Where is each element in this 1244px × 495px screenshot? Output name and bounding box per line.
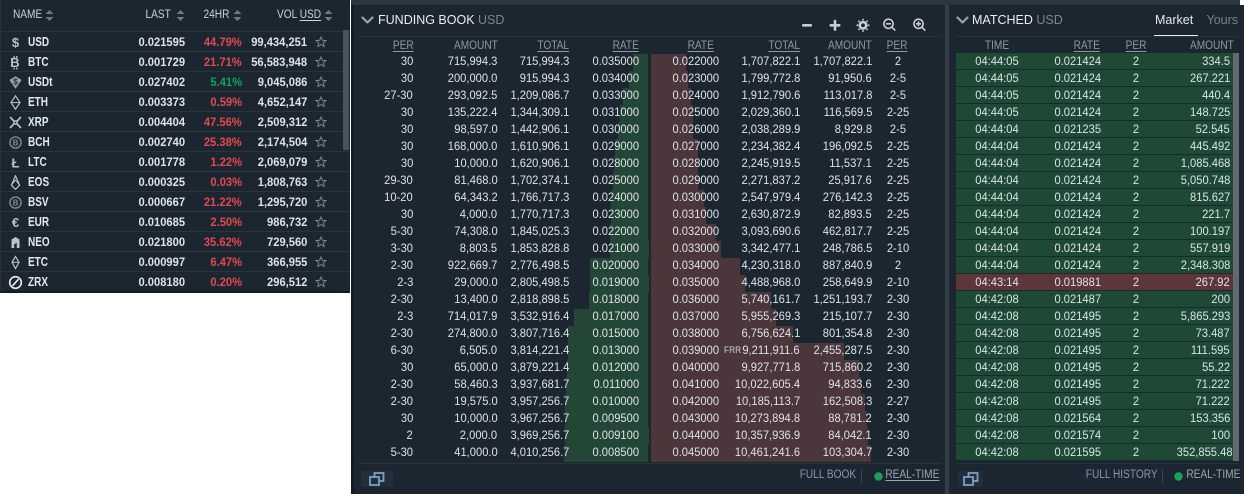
svg-text:B: B (13, 138, 19, 147)
svg-text:Ł: Ł (12, 155, 20, 170)
svg-text:B: B (10, 55, 19, 70)
svg-text:€: € (12, 215, 19, 230)
svg-text:$: $ (13, 76, 18, 86)
svg-text:B: B (13, 198, 19, 207)
svg-text:$: $ (12, 35, 20, 50)
